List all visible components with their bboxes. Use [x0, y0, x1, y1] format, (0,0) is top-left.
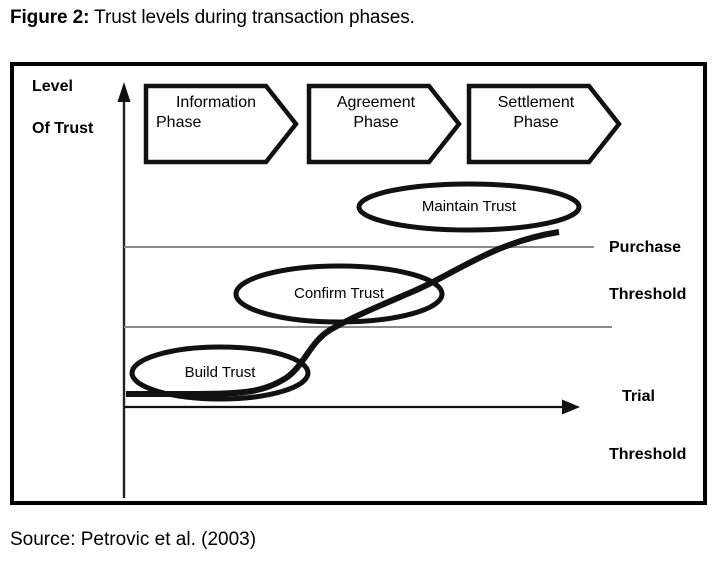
trial-threshold-label-line1: Trial: [622, 388, 655, 405]
source-caption: Source: Petrovic et al. (2003): [10, 529, 257, 550]
y-axis-label-line2: Of Trust: [32, 120, 94, 137]
stage-label-build-trust: Build Trust: [184, 364, 256, 381]
phase-label-information-line1: Information: [175, 94, 257, 111]
stage-label-maintain-trust: Maintain Trust: [421, 198, 517, 215]
y-axis: [117, 82, 131, 498]
phase-label-settlement-line1: Settlement: [497, 94, 575, 111]
phase-label-information-line2: Phase: [156, 114, 202, 131]
trial-threshold-label-line2: Threshold: [609, 446, 687, 463]
figure-caption-prefix: Figure 2:: [10, 7, 90, 28]
phase-label-agreement-line1: Agreement: [336, 94, 416, 111]
y-axis-label-line1: Level: [32, 78, 73, 95]
phase-label-information: Information Phase: [152, 93, 280, 133]
stage-label-confirm-trust: Confirm Trust: [293, 285, 384, 302]
figure-frame: Level Of Trust Purchase Threshold Trial …: [10, 62, 707, 505]
figure-caption: Figure 2: Trust levels during transactio…: [10, 6, 415, 30]
phase-label-settlement: Settlement Phase: [475, 93, 597, 133]
purchase-threshold-label-line2: Threshold: [609, 286, 687, 303]
x-axis: [124, 399, 580, 415]
phase-label-agreement: Agreement Phase: [315, 93, 437, 133]
purchase-threshold-label-line1: Purchase: [609, 239, 682, 256]
figure-container: Figure 2: Trust levels during transactio…: [0, 0, 720, 573]
figure-caption-text: Trust levels during transaction phases.: [89, 7, 415, 28]
phase-label-settlement-line2: Phase: [513, 114, 559, 131]
phase-label-agreement-line2: Phase: [353, 114, 399, 131]
